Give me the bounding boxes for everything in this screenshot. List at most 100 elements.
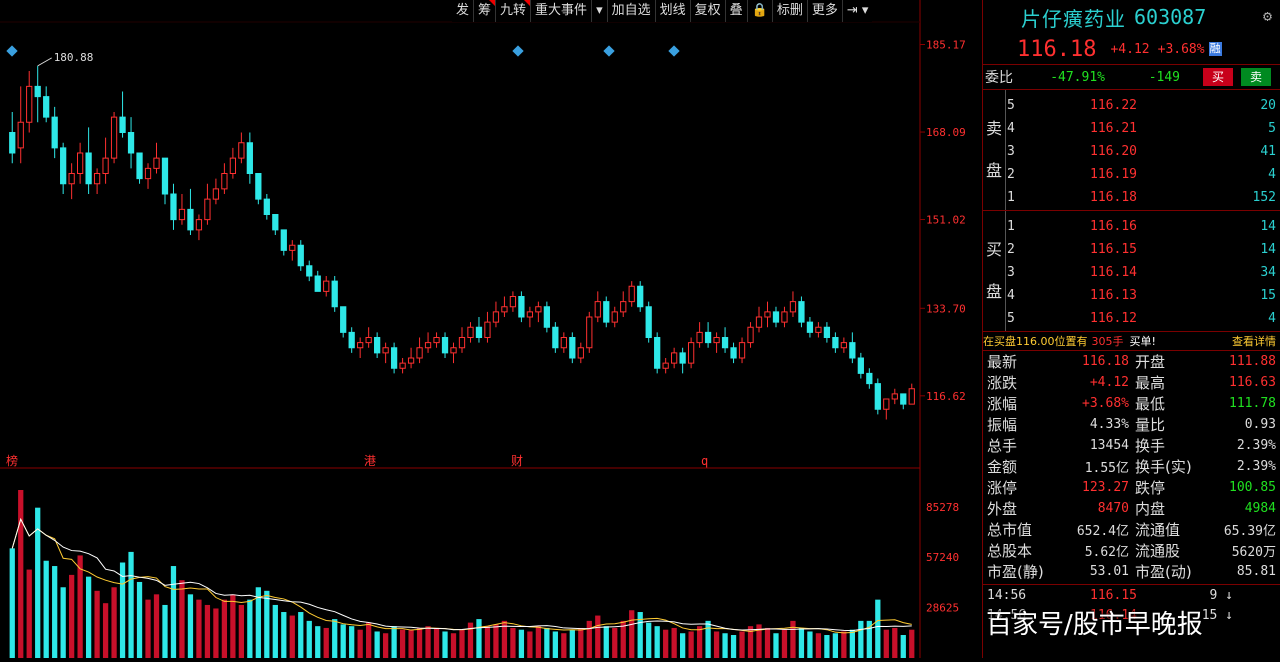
tip-detail-link[interactable]: 查看详情 — [1232, 333, 1276, 349]
volume-bar — [629, 610, 635, 658]
candle — [407, 347, 415, 369]
volume-axis-label: 85278 — [926, 501, 959, 514]
volume-bar — [221, 599, 228, 658]
candle — [832, 332, 839, 353]
quote-value: 0.93 — [1244, 417, 1276, 432]
candle — [433, 332, 440, 348]
candle — [187, 188, 194, 235]
candle — [289, 240, 296, 261]
candle — [738, 337, 746, 364]
toolbar-button-12[interactable]: ⇥ ▾ — [841, 0, 873, 22]
volume-bar — [77, 555, 83, 658]
toolbar-button-7[interactable]: 复权 — [689, 0, 725, 22]
candle — [730, 342, 737, 364]
toolbar-button-11[interactable]: 更多 — [806, 0, 842, 22]
quote-value: 65.39亿 — [1223, 524, 1276, 539]
candle — [238, 132, 245, 164]
candle — [840, 337, 847, 353]
sell-button[interactable]: 卖 — [1241, 68, 1271, 86]
volume-bar — [213, 608, 219, 658]
ask-price: 116.22 — [1090, 97, 1137, 113]
volume-bar — [111, 587, 117, 658]
volume-bar — [52, 566, 58, 658]
candle — [560, 332, 567, 353]
event-markers: 榜港财q — [6, 45, 708, 468]
ask-volume: 152 — [1252, 189, 1276, 205]
volume-bar — [883, 629, 889, 658]
candle — [654, 332, 661, 374]
order-ratio-label: 委比 — [985, 70, 1013, 86]
volume-bar — [696, 626, 703, 658]
volume-bar — [790, 620, 796, 658]
candle — [263, 194, 270, 220]
candle — [416, 337, 423, 364]
volume-bar — [196, 599, 202, 658]
toolbar-button-1[interactable]: 筹 — [473, 0, 496, 22]
candle — [17, 86, 24, 164]
candle — [110, 112, 118, 164]
buy-button[interactable]: 买 — [1203, 68, 1233, 86]
toolbar-button-9[interactable]: 🔒 — [746, 0, 772, 22]
volume-axis-label: 28625 — [926, 601, 959, 614]
toolbar-button-4[interactable]: ▾ — [591, 0, 607, 22]
ask-volume: 20 — [1260, 97, 1276, 113]
event-marker-label: 财 — [511, 454, 523, 468]
toolbar-button-0[interactable]: 发 — [452, 0, 473, 22]
quote-label: 流通值 — [1135, 521, 1181, 539]
volume-bar — [688, 631, 694, 658]
quote-row: 金额 1.55亿 换手(实) 2.39% — [983, 456, 1280, 477]
ask-level: 3 — [1007, 143, 1015, 159]
toolbar-button-5[interactable]: 加自选 — [606, 0, 655, 22]
ask-level: 2 — [1007, 166, 1015, 182]
volume-bar — [247, 599, 253, 658]
candle — [272, 214, 279, 235]
toolbar-button-10[interactable]: 标删 — [771, 0, 807, 22]
volume-bar — [102, 603, 109, 658]
candle — [450, 342, 457, 364]
volume-bar — [366, 622, 372, 658]
candle — [798, 296, 805, 328]
order-ratio-row: 委比 -47.91% -149 买 卖 — [983, 64, 1280, 90]
gear-icon[interactable]: ⚙ — [1263, 7, 1272, 25]
volume-bar — [527, 631, 533, 658]
candle — [68, 163, 75, 200]
order-ratio-percent: -47.91% — [1050, 69, 1105, 85]
volume-bar — [866, 620, 872, 658]
volume-bar — [832, 633, 839, 658]
quote-row: 总股本 5.62亿 流通股 5620万 — [983, 540, 1280, 561]
bid-price: 116.15 — [1090, 241, 1137, 257]
last-price: 116.18 — [1017, 36, 1097, 62]
toolbar-button-3[interactable]: 重大事件 — [530, 0, 591, 22]
kline-chart-area[interactable]: 185.17 168.09 151.02 133.70 116.62 85278 57240… — [0, 0, 982, 658]
volume-bar — [764, 627, 771, 658]
ask-volume: 41 — [1260, 143, 1276, 159]
candle — [883, 398, 890, 420]
tick-row: 14:56 116.15 9 ↓ — [983, 585, 1280, 605]
ask-level: 1 — [1007, 189, 1015, 205]
candle — [501, 296, 508, 317]
quote-value: 123.27 — [1082, 480, 1129, 495]
volume-bar — [518, 629, 525, 658]
margin-trading-badge[interactable]: 融 — [1208, 42, 1222, 56]
candle — [569, 332, 576, 364]
candle — [704, 322, 712, 348]
candle — [212, 178, 220, 205]
quote-label: 涨跌 — [987, 374, 1018, 392]
ask-price: 116.18 — [1090, 189, 1137, 205]
toolbar-button-2[interactable]: 九转 — [495, 0, 531, 22]
volume-bar — [315, 626, 321, 658]
volume-bar — [349, 626, 355, 658]
bid-level: 4 — [1007, 287, 1015, 303]
candle — [772, 306, 780, 328]
toolbar-button-8[interactable]: 叠 — [724, 0, 747, 22]
candle — [458, 327, 466, 353]
candle — [645, 301, 652, 343]
volume-bar — [713, 631, 720, 658]
kline-chart[interactable]: 185.17 168.09 151.02 133.70 116.62 85278 57240… — [0, 0, 982, 658]
event-diamond — [603, 45, 615, 57]
bid-row: 4 116.13 15 — [1007, 284, 1276, 306]
quote-label: 总手 — [987, 437, 1018, 455]
quote-value: 116.63 — [1229, 375, 1276, 390]
volume-bar — [535, 626, 542, 658]
toolbar-button-6[interactable]: 划线 — [654, 0, 690, 22]
